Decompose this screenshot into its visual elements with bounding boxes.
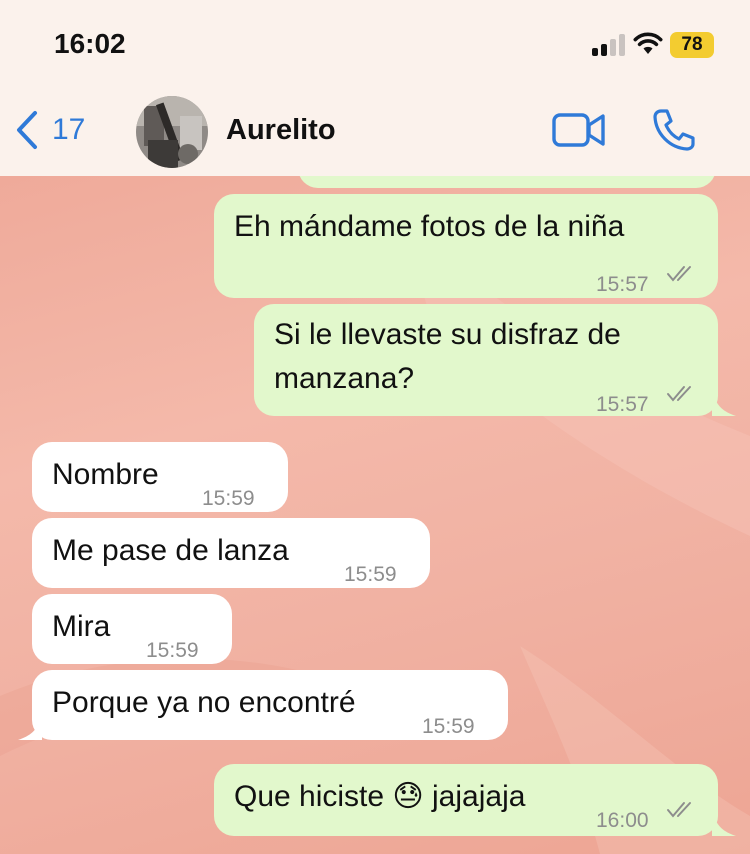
message-text-line: Si le llevaste su disfraz de — [274, 318, 621, 351]
wifi-icon — [633, 32, 663, 54]
message-text: Nombre — [52, 458, 159, 491]
message-time: 15:57 — [596, 273, 649, 296]
bubble-tail — [712, 394, 736, 416]
cellular-signal-icon — [592, 34, 628, 56]
battery-indicator: 78 — [670, 32, 714, 58]
message-text-line: manzana? — [274, 362, 415, 395]
double-check-icon — [667, 266, 691, 282]
battery-level: 78 — [681, 34, 703, 55]
message-bubble-outgoing[interactable]: Que hiciste 😓 jajajaja 16:00 — [214, 764, 718, 836]
message-text: Que hiciste 😓 jajajaja — [234, 780, 526, 813]
avatar[interactable] — [136, 96, 208, 168]
double-check-icon — [667, 802, 691, 818]
chat-header: 16:02 78 17 Aurelito — [0, 0, 750, 176]
message-bubble-incoming[interactable]: Me pase de lanza 15:59 — [32, 518, 430, 588]
double-check-icon — [667, 386, 691, 402]
message-bubble-outgoing[interactable]: Si le llevaste su disfraz de manzana? 15… — [254, 304, 718, 416]
message-time: 15:59 — [344, 563, 397, 586]
message-bubble-incoming[interactable]: Mira 15:59 — [32, 594, 232, 664]
chat-area[interactable]: Eh mándame fotos de la niña 15:57 Si le … — [0, 176, 750, 854]
status-time: 16:02 — [54, 28, 126, 59]
message-bubble-incoming[interactable]: Porque ya no encontré 15:59 — [32, 670, 508, 740]
message-time: 15:59 — [202, 487, 255, 510]
message-time: 16:00 — [596, 809, 649, 832]
bubble-tail — [18, 718, 42, 740]
phone-icon[interactable] — [652, 108, 696, 152]
unread-count: 17 — [52, 113, 86, 146]
video-camera-icon[interactable] — [552, 110, 606, 150]
message-bubble-outgoing[interactable]: Eh mándame fotos de la niña 15:57 — [214, 194, 718, 298]
chevron-left-icon — [17, 111, 37, 149]
message-bubble-incoming[interactable]: Nombre 15:59 — [32, 442, 288, 512]
message-time: 15:59 — [422, 715, 475, 738]
message-text: Me pase de lanza — [52, 534, 289, 567]
message-bubble-partial — [298, 176, 716, 188]
message-time: 15:59 — [146, 639, 199, 662]
message-text: Porque ya no encontré — [52, 686, 356, 719]
message-text: Mira — [52, 610, 111, 643]
message-time: 15:57 — [596, 393, 649, 416]
back-button[interactable]: 17 — [14, 110, 85, 150]
contact-name[interactable]: Aurelito — [226, 114, 336, 147]
message-text: Eh mándame fotos de la niña — [234, 210, 625, 243]
bubble-tail — [712, 814, 736, 836]
